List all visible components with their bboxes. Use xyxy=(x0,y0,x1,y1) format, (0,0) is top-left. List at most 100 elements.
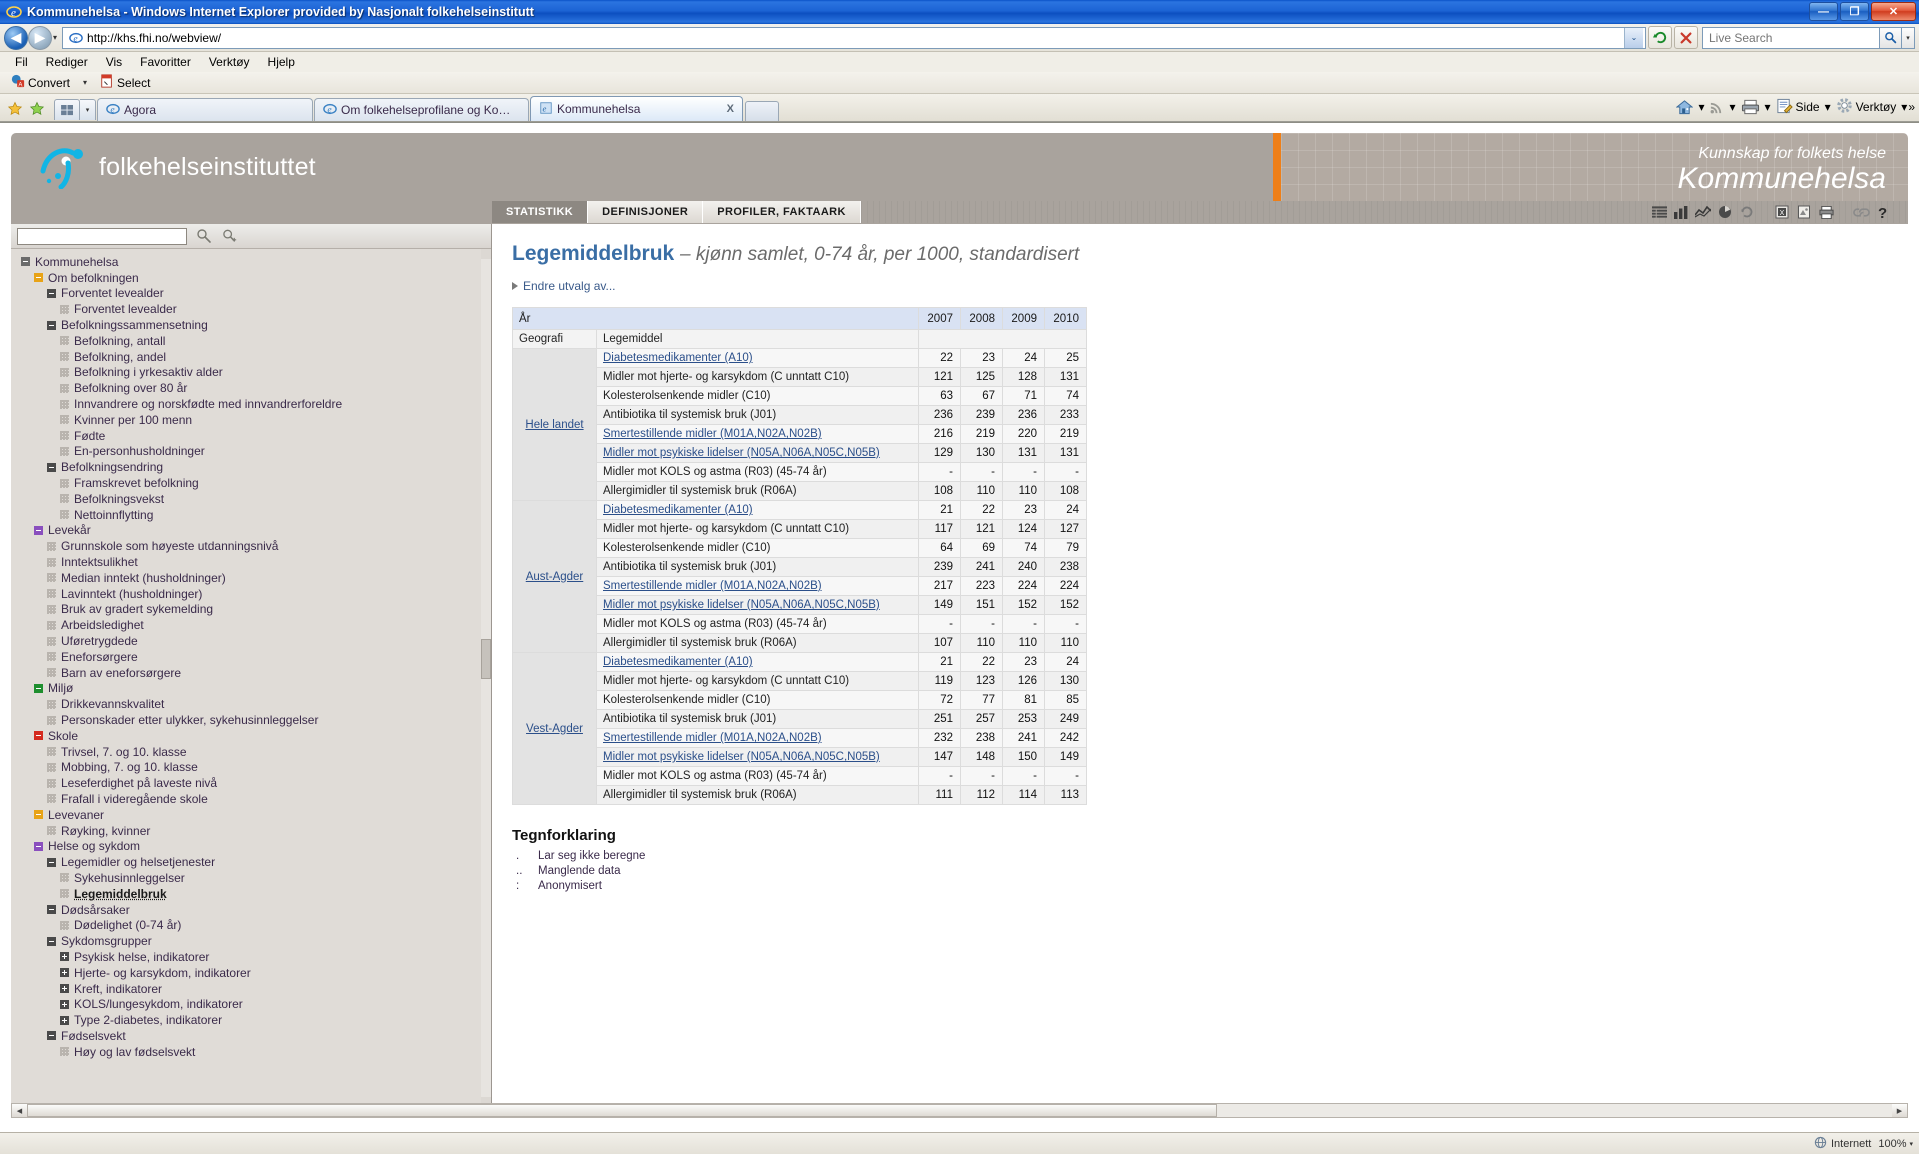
tree-item[interactable]: Befolkningsvekst xyxy=(21,491,491,507)
tree-expand-icon[interactable] xyxy=(60,984,69,994)
refresh-button[interactable] xyxy=(1648,26,1672,49)
pie-chart-icon[interactable] xyxy=(1714,202,1736,222)
tree-collapse-icon[interactable] xyxy=(34,683,43,693)
drug-link[interactable]: Midler mot psykiske lidelser (N05A,N06A,… xyxy=(603,599,880,611)
drug-link[interactable]: Midler mot psykiske lidelser (N05A,N06A,… xyxy=(603,447,880,459)
tree-item[interactable]: Kreft, indikatorer xyxy=(21,981,491,997)
hscroll-track[interactable] xyxy=(27,1104,1892,1117)
tree-item[interactable]: Helse og sykdom xyxy=(21,838,491,854)
search-provider-dropdown-icon[interactable]: ▾ xyxy=(1902,26,1915,49)
tree-item[interactable]: Skole xyxy=(21,728,491,744)
tree-item[interactable]: Legemiddelbruk xyxy=(21,886,491,902)
print-dropdown-icon[interactable]: ▾ xyxy=(1765,100,1771,114)
advanced-search-icon[interactable] xyxy=(221,227,239,245)
tree-collapse-icon[interactable] xyxy=(47,462,56,472)
zoom-control[interactable]: 100% ▾ xyxy=(1878,1138,1913,1150)
print-icon[interactable] xyxy=(1815,202,1837,222)
tree-item[interactable]: Type 2-diabetes, indikatorer xyxy=(21,1012,491,1028)
forward-button[interactable]: ▶ xyxy=(28,25,52,50)
search-submit-button[interactable] xyxy=(1880,26,1902,49)
tree-item[interactable]: Levevaner xyxy=(21,807,491,823)
drug-link[interactable]: Diabetesmedikamenter (A10) xyxy=(603,656,753,668)
home-button[interactable] xyxy=(1672,97,1697,117)
quick-tabs-button[interactable] xyxy=(54,99,80,120)
tree-item[interactable]: Sykdomsgrupper xyxy=(21,933,491,949)
tab-statistikk[interactable]: STATISTIKK xyxy=(492,201,589,223)
tree-item[interactable]: Befolkningsendring xyxy=(21,459,491,475)
tree-collapse-icon[interactable] xyxy=(47,320,56,330)
tree-item[interactable]: Kvinner per 100 menn xyxy=(21,412,491,428)
tree-item[interactable]: Innvandrere og norskfødte med innvandrer… xyxy=(21,396,491,412)
tree-collapse-icon[interactable] xyxy=(34,731,43,741)
browser-tab-agora[interactable]: e Agora xyxy=(97,98,313,121)
geography-link[interactable]: Hele landet xyxy=(525,419,583,431)
tree-expand-icon[interactable] xyxy=(60,1015,69,1025)
url-dropdown-icon[interactable]: ⌄ xyxy=(1624,27,1643,48)
pdf-export-icon[interactable] xyxy=(1793,202,1815,222)
tree-item[interactable]: Forventet levealder xyxy=(21,286,491,302)
tree-item[interactable]: Levekår xyxy=(21,523,491,539)
maximize-button[interactable]: ❐ xyxy=(1840,2,1869,21)
zoom-dropdown-icon[interactable]: ▾ xyxy=(1909,1140,1913,1148)
tree-item[interactable]: Befolkning over 80 år xyxy=(21,380,491,396)
help-icon[interactable]: ? xyxy=(1872,202,1894,222)
home-dropdown-icon[interactable]: ▾ xyxy=(1698,100,1704,114)
menu-item-rediger[interactable]: Rediger xyxy=(37,53,97,71)
tree-collapse-icon[interactable] xyxy=(34,273,43,283)
tree-item[interactable]: Befolkning i yrkesaktiv alder xyxy=(21,365,491,381)
tree-item[interactable]: Befolkning, antall xyxy=(21,333,491,349)
tree-item[interactable]: Fødte xyxy=(21,428,491,444)
tree-item[interactable]: Sykehusinnleggelser xyxy=(21,870,491,886)
new-tab-button[interactable] xyxy=(745,101,779,121)
line-chart-icon[interactable] xyxy=(1692,202,1714,222)
add-to-favorites-icon[interactable] xyxy=(26,97,48,121)
menu-item-hjelp[interactable]: Hjelp xyxy=(259,53,304,71)
scroll-left-button[interactable]: ◀ xyxy=(12,1104,27,1117)
tree-item[interactable]: Personskader etter ulykker, sykehusinnle… xyxy=(21,712,491,728)
page-dropdown-icon[interactable]: ▾ xyxy=(1825,100,1831,114)
tree-item[interactable]: Median inntekt (husholdninger) xyxy=(21,570,491,586)
tree-collapse-icon[interactable] xyxy=(34,810,43,820)
page-horizontal-scrollbar[interactable]: ◀ ▶ xyxy=(11,1103,1908,1118)
convert-button[interactable]: A Convert xyxy=(6,73,75,92)
tree-item[interactable]: Legemidler og helsetjenester xyxy=(21,854,491,870)
tree-item[interactable]: En-personhusholdninger xyxy=(21,444,491,460)
stop-button[interactable] xyxy=(1674,26,1698,49)
tree-item[interactable]: Framskrevet befolkning xyxy=(21,475,491,491)
tree-item[interactable]: Psykisk helse, indikatorer xyxy=(21,949,491,965)
tree-item[interactable]: Høy og lav fødselsvekt xyxy=(21,1044,491,1060)
tree-collapse-icon[interactable] xyxy=(47,936,56,946)
tree-item[interactable]: Uføretrygdede xyxy=(21,633,491,649)
live-search-input[interactable] xyxy=(1707,29,1875,46)
search-icon[interactable] xyxy=(195,227,213,245)
tree-item[interactable]: Forventet levealder xyxy=(21,301,491,317)
tree-collapse-icon[interactable] xyxy=(47,857,56,867)
tree-expand-icon[interactable] xyxy=(60,952,69,962)
tree-item[interactable]: Hjerte- og karsykdom, indikatorer xyxy=(21,965,491,981)
tree-item[interactable]: Dødelighet (0-74 år) xyxy=(21,917,491,933)
drug-link[interactable]: Diabetesmedikamenter (A10) xyxy=(603,504,753,516)
scrollbar-thumb[interactable] xyxy=(481,639,491,679)
tree-item[interactable]: Mobbing, 7. og 10. klasse xyxy=(21,760,491,776)
minimize-button[interactable]: — xyxy=(1809,2,1838,21)
tree-expand-icon[interactable] xyxy=(60,999,69,1009)
tree-item[interactable]: Nettoinnflytting xyxy=(21,507,491,523)
tree-collapse-icon[interactable] xyxy=(34,841,43,851)
excel-export-icon[interactable]: X xyxy=(1771,202,1793,222)
tree-collapse-icon[interactable] xyxy=(34,525,43,535)
table-view-icon[interactable] xyxy=(1648,202,1670,222)
feeds-dropdown-icon[interactable]: ▾ xyxy=(1729,100,1735,114)
tools-menu-button[interactable]: Verktøy xyxy=(1832,95,1901,119)
close-button[interactable]: ✕ xyxy=(1871,2,1916,21)
scroll-up-button[interactable] xyxy=(481,249,491,259)
tree-item[interactable]: Eneforsørgere xyxy=(21,649,491,665)
tree-collapse-icon[interactable] xyxy=(47,905,56,915)
tree-item[interactable]: Miljø xyxy=(21,681,491,697)
tree-item[interactable]: Lavinntekt (husholdninger) xyxy=(21,586,491,602)
hscroll-thumb[interactable] xyxy=(27,1104,1217,1117)
tree-item[interactable]: Inntektsulikhet xyxy=(21,554,491,570)
tree-item[interactable]: Trivsel, 7. og 10. klasse xyxy=(21,744,491,760)
menu-item-verktoy[interactable]: Verktøy xyxy=(200,53,259,71)
sidebar-scrollbar[interactable] xyxy=(481,249,491,1107)
favorites-star-icon[interactable] xyxy=(4,97,26,121)
